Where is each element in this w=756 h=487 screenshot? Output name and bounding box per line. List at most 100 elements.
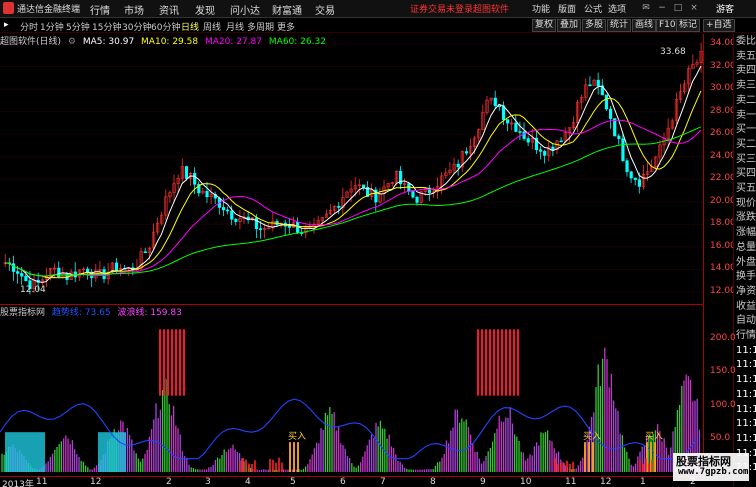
ma60-label: MA60: 26.32 (268, 37, 326, 47)
side-label: 买一 (736, 124, 756, 136)
buy-label: 买入 (645, 431, 663, 442)
side-label: 11:1 (736, 432, 756, 444)
settings-gear-icon[interactable]: ⚙ (68, 37, 76, 47)
menu-item-wealth[interactable]: 财富通 (272, 2, 302, 17)
stock-name: 超图软件(日线) (0, 37, 62, 47)
candle-body (11, 263, 16, 272)
side-label: 涨跌 (736, 212, 756, 224)
menu-item-functions[interactable]: 功能 (532, 2, 550, 15)
candle-body (543, 151, 547, 156)
wave-line-label: 波浪线: 159.83 (117, 308, 182, 318)
price-tick: 34.00 (710, 38, 736, 48)
menu-item-layout[interactable]: 版面 (558, 2, 576, 15)
ma10-label: MA10: 29.58 (141, 37, 199, 47)
menu-item-quotes[interactable]: 行情 (90, 2, 110, 17)
candle-body (143, 251, 147, 254)
candle-body (617, 135, 621, 139)
period-5min[interactable]: 5分钟 (66, 20, 90, 33)
guest-user[interactable]: 游客 (716, 2, 734, 15)
period-15min[interactable]: 15分钟 (92, 20, 121, 33)
indicator-axis: 200.0 150.0 100.0 50.0 (703, 304, 736, 477)
period-toolbar: ▸ 分时 1分钟 5分钟 15分钟 30分钟 60分钟 日线 周线 月线 多周期… (0, 18, 756, 33)
side-label: 11:1 (736, 344, 756, 356)
company-link[interactable]: 超图软件 (473, 2, 509, 15)
date-tick: 8 (430, 477, 436, 487)
candle-body (221, 207, 226, 211)
menu-item-news[interactable]: 资讯 (159, 2, 179, 17)
candle-body (258, 228, 263, 230)
price-tick: 30.00 (710, 83, 736, 94)
candle-body (613, 118, 617, 137)
side-label: 卖五 (736, 50, 756, 62)
menu-item-discover[interactable]: 发现 (195, 2, 215, 17)
minimize-icon[interactable]: − (656, 3, 668, 14)
candle-body (588, 84, 592, 87)
indicator-chart[interactable]: 买入 买入 买入 (0, 304, 703, 477)
date-tick: 2 (166, 477, 172, 487)
side-label: 11:1 (736, 403, 756, 415)
ma-legend: 超图软件(日线) ⚙ MA5: 30.97 MA10: 29.58 MA20: … (0, 34, 330, 47)
buy-label: 买入 (583, 431, 601, 442)
message-icon[interactable]: ✉ (640, 3, 652, 14)
toolbar-expand-icon[interactable]: ▸ (4, 20, 9, 30)
period-more[interactable]: 更多 (277, 20, 295, 33)
candle-body (506, 119, 510, 124)
candle-body (464, 151, 469, 154)
side-label: 买四 (736, 168, 756, 180)
login-notice[interactable]: 证券交易未登录 (410, 2, 473, 15)
menu-item-trade[interactable]: 交易 (315, 2, 335, 17)
add-watchlist-button[interactable]: +自选 (703, 19, 735, 32)
price-axis: 34.00 32.00 30.00 28.00 26.00 24.00 22.00 20.00… (703, 34, 736, 304)
maximize-icon[interactable]: □ (672, 3, 684, 14)
period-monthly[interactable]: 月线 (226, 20, 244, 33)
period-daily[interactable]: 日线 (181, 20, 199, 33)
candlestick-chart[interactable]: 33.68 12.04 (0, 34, 703, 304)
menu-item-options[interactable]: 选项 (608, 2, 626, 15)
side-label: 涨幅 (736, 227, 756, 239)
candle-body (415, 196, 419, 203)
buy-label: 买入 (288, 431, 306, 442)
candle-body (518, 131, 522, 133)
candle-body (621, 138, 625, 162)
candle-body (625, 160, 629, 173)
date-tick: 1 (640, 477, 646, 487)
stats-button[interactable]: 统计 (607, 19, 632, 32)
candle-body (73, 271, 77, 278)
candle-body (361, 184, 366, 188)
side-label: 卖一 (736, 109, 756, 121)
period-weekly[interactable]: 周线 (203, 20, 221, 33)
candle-body (637, 179, 642, 187)
period-30min[interactable]: 30分钟 (122, 20, 151, 33)
side-label: 买三 (736, 153, 756, 165)
candle-body (254, 217, 259, 229)
period-60min[interactable]: 60分钟 (151, 20, 180, 33)
mark-button[interactable]: 标记 (676, 19, 701, 32)
adjust-button[interactable]: 复权 (532, 19, 557, 32)
candle-body (538, 149, 543, 152)
menu-item-market[interactable]: 市场 (124, 2, 144, 17)
indicator-name[interactable]: 股票指标网 (0, 308, 45, 318)
indicator-legend: 股票指标网 趋势线: 73.65 波浪线: 159.83 (0, 305, 182, 318)
overlay-button[interactable]: 叠加 (557, 19, 582, 32)
period-1min[interactable]: 1分钟 (40, 20, 64, 33)
close-icon[interactable]: × (688, 3, 700, 14)
candle-body (114, 262, 119, 272)
period-intraday[interactable]: 分时 (20, 20, 38, 33)
multi-stock-button[interactable]: 多股 (582, 19, 607, 32)
indicator-tick: 200.0 (710, 333, 736, 344)
menu-item-formula[interactable]: 公式 (584, 2, 602, 15)
indicator-tick: 150.0 (710, 366, 736, 377)
candle-body (596, 79, 600, 87)
candles-group (3, 42, 703, 295)
site-watermark: 股票指标网 www.7gpzb.com (673, 453, 749, 481)
price-tick: 20.00 (710, 195, 736, 206)
side-label: 11:1 (736, 388, 756, 400)
candle-body (551, 146, 555, 151)
price-tick: 18.00 (710, 218, 736, 229)
side-label: 自动 (736, 315, 756, 327)
draw-button[interactable]: 画线 (632, 19, 657, 32)
date-tick: 9 (480, 477, 486, 487)
period-multi[interactable]: 多周期 (247, 20, 274, 33)
date-tick: 10 (520, 477, 532, 487)
menu-item-ask[interactable]: 问小达 (230, 2, 260, 17)
